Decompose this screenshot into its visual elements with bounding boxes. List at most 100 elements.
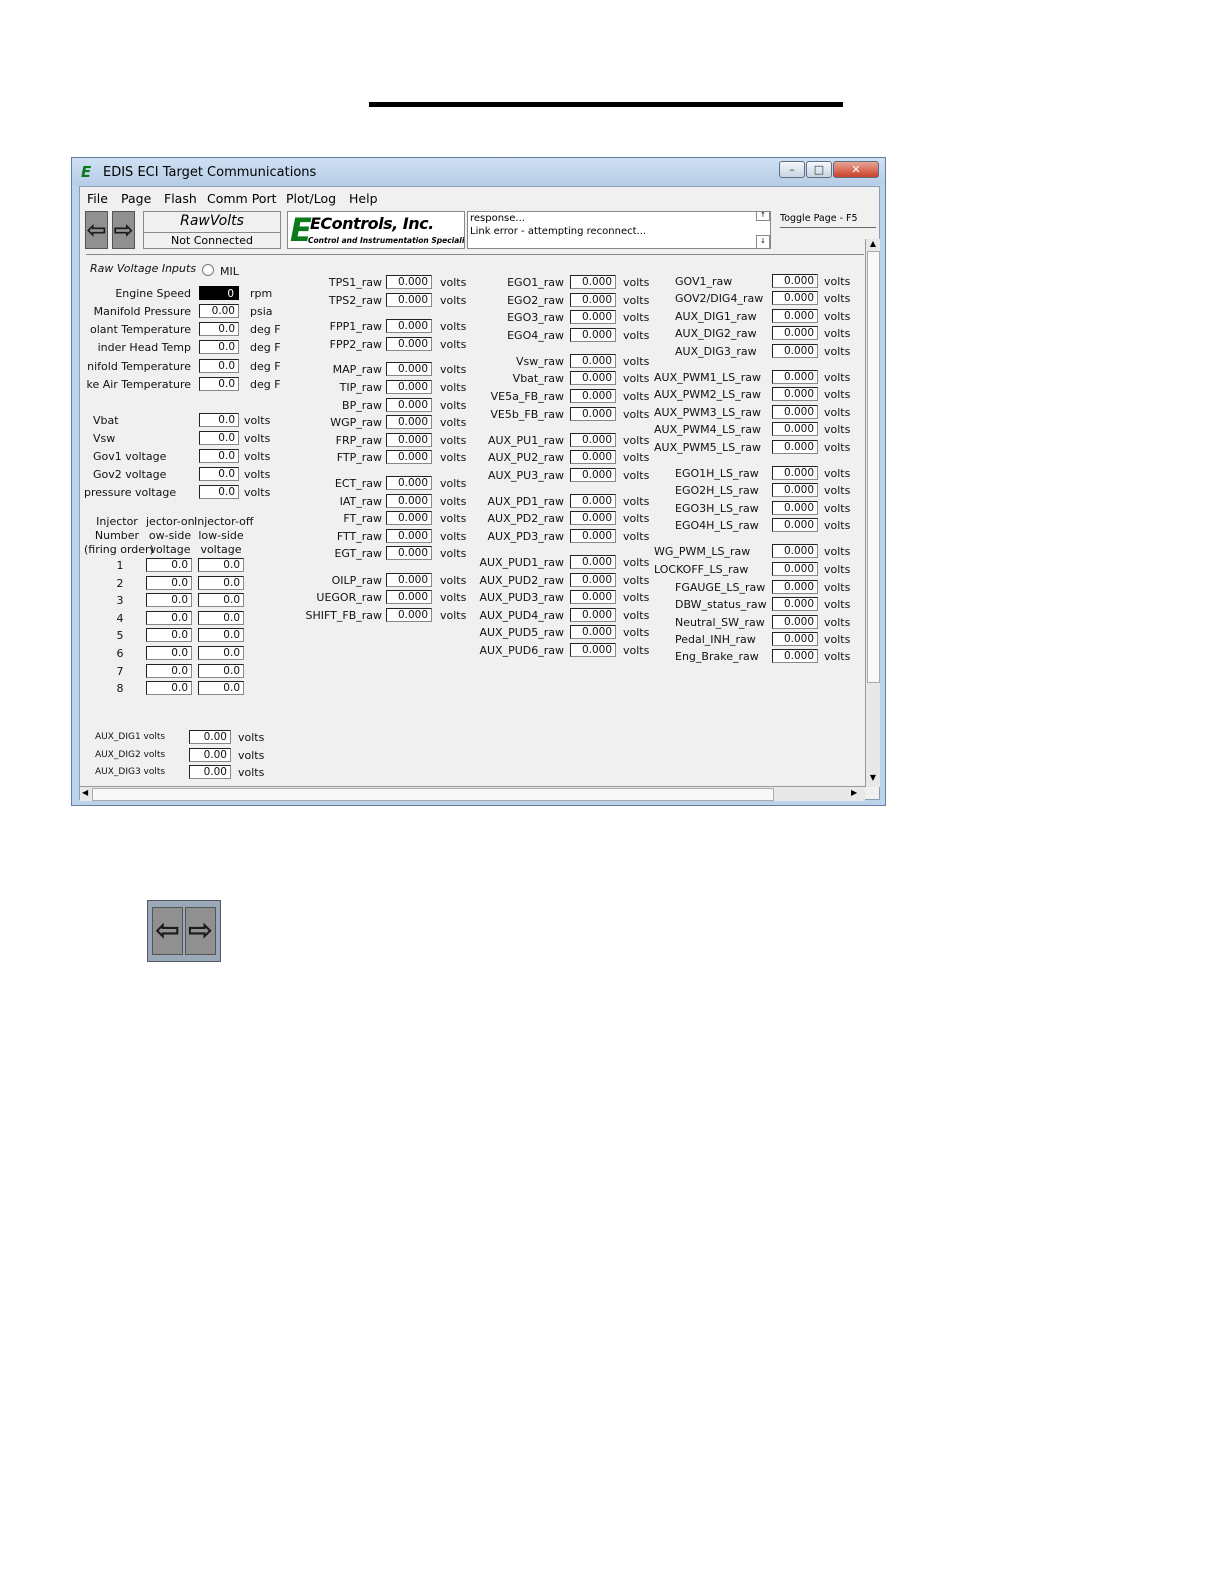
col2-field: 0.000 [386,511,432,525]
col2-label: IAT_raw [339,495,382,508]
sensor-label: ke Air Temperature [86,378,191,391]
aux-dig-unit: volts [238,731,265,744]
supply-field: 0.0 [199,485,239,499]
horizontal-scrollbar[interactable]: ◀ ▶ [80,786,865,801]
col4-unit: volts [824,423,851,436]
supply-label: Vbat [93,414,119,427]
col3-unit: volts [623,591,650,604]
col4-unit: volts [824,345,851,358]
col4-label: GOV2/DIG4_raw [675,292,764,305]
col3-field: 0.000 [570,608,616,622]
header-line: Number [94,529,140,542]
col3-unit: volts [623,276,650,289]
vertical-scroll-thumb[interactable] [867,251,880,683]
col3-field: 0.000 [570,573,616,587]
aux-dig-label: AUX_DIG3 volts [95,767,166,777]
col4-label: AUX_DIG1_raw [675,310,757,323]
scroll-right-arrow-icon[interactable]: ▶ [851,787,861,799]
injector-number: 5 [116,629,124,643]
col3-field: 0.000 [570,354,616,368]
close-button[interactable]: ✕ [833,161,879,178]
col4-label: AUX_PWM5_LS_raw [654,441,761,454]
col3-label: AUX_PU1_raw [487,434,564,447]
col3-label: EGO4_raw [507,329,564,342]
injector-off-field: 0.0 [198,558,244,572]
col2-label: MAP_raw [332,363,382,376]
title-bar[interactable]: E EDIS ECI Target Communications – □ ✕ [72,158,885,185]
col4-unit: volts [824,441,851,454]
horizontal-scroll-thumb[interactable] [92,788,774,801]
col2-field: 0.000 [386,319,432,333]
aux-dig-unit: volts [238,766,265,779]
sensor-field: 0.0 [199,340,239,354]
aux-dig-field: 0.00 [189,765,231,779]
header-line: jector-on [146,515,195,528]
scroll-down-arrow-icon[interactable]: ▼ [867,773,879,785]
col4-label: AUX_PWM2_LS_raw [654,388,761,401]
col3-label: VE5b_FB_raw [490,408,564,421]
scroll-up-arrow-icon[interactable]: ▲ [867,239,879,251]
col4-label: AUX_PWM3_LS_raw [654,406,761,419]
col2-label: FPP2_raw [329,338,382,351]
next-page-button[interactable]: ⇨ [185,907,216,955]
col4-unit: volts [824,467,851,480]
supply-label: Vsw [93,432,116,445]
col2-label: WGP_raw [330,416,382,429]
injector-off-field: 0.0 [198,628,244,643]
col4-unit: volts [824,388,851,401]
col4-unit: volts [824,650,851,663]
supply-label: pressure voltage [84,486,177,499]
col4-unit: volts [824,484,851,497]
injector-number: 8 [116,682,124,696]
header-line: (firing order) [84,543,154,556]
mil-indicator-icon [202,264,214,276]
col4-unit: volts [824,545,851,558]
col3-label: Vbat_raw [512,372,564,385]
aux-dig-unit: volts [238,748,265,762]
col4-field: 0.000 [772,466,818,480]
supply-unit: volts [244,486,271,499]
sensor-field: 0.0 [199,359,239,373]
col4-label: AUX_DIG3_raw [675,345,757,358]
vertical-scrollbar[interactable]: ▲ ▼ [865,239,880,787]
section-title: Raw Voltage Inputs [90,262,197,275]
scroll-left-arrow-icon[interactable]: ◀ [82,787,92,799]
col4-field: 0.000 [772,501,818,515]
sensor-field[interactable]: 0 [199,286,239,300]
col3-unit: volts [623,512,650,525]
col3-unit: volts [623,644,650,657]
injector-header-on: jector-on ow-side voltage [146,515,195,557]
col3-label: AUX_PUD2_raw [479,574,564,587]
sensor-field: 0.0 [199,322,239,336]
col3-label: AUX_PD2_raw [487,512,564,525]
injector-off-field: 0.0 [198,610,244,625]
col4-label: LOCKOFF_LS_raw [654,563,749,576]
col2-field: 0.000 [386,494,432,508]
supply-field: 0.0 [199,413,239,427]
col4-label: EGO1H_LS_raw [675,467,759,480]
col3-label: EGO2_raw [507,294,564,307]
header-line: ow-side [148,529,192,542]
col2-label: FT_raw [343,512,382,525]
aux-dig-field: 0.00 [189,747,231,762]
col2-label: FRP_raw [335,434,382,447]
col3-label: AUX_PD3_raw [487,530,564,543]
client-area: File Page Flash Comm Port Plot/Log Help … [79,186,880,801]
minimize-button[interactable]: – [779,161,805,178]
col3-field: 0.000 [570,433,616,447]
injector-number: 6 [116,647,124,660]
col4-field: 0.000 [772,274,818,288]
supply-label: Gov2 voltage [93,468,167,481]
col2-label: UEGOR_raw [316,591,382,604]
col3-unit: volts [623,434,650,447]
col4-label: Neutral_SW_raw [675,616,765,629]
injector-on-field: 0.0 [146,610,192,625]
col3-field: 0.000 [570,529,616,543]
col2-label: TPS1_raw [328,276,382,289]
supply-unit: volts [244,432,271,445]
app-window: E EDIS ECI Target Communications – □ ✕ F… [71,157,886,806]
prev-page-button[interactable]: ⇦ [152,907,183,955]
injector-off-field: 0.0 [198,663,244,678]
maximize-button[interactable]: □ [806,161,832,178]
col2-label: FTT_raw [336,530,382,543]
